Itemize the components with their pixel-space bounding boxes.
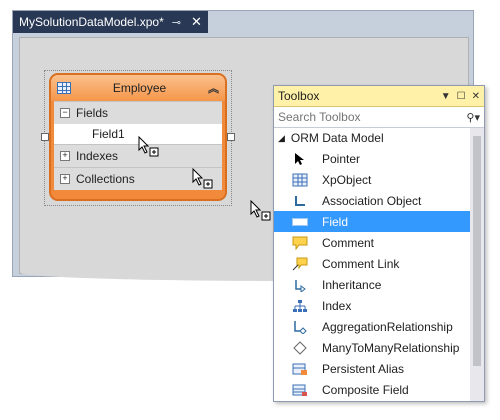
resize-handle-right[interactable] xyxy=(227,133,235,141)
toolbox-item-index[interactable]: Index xyxy=(274,295,470,316)
toolbox-title: Toolbox xyxy=(278,89,320,103)
toolbox-item-xpobject[interactable]: XpObject xyxy=(274,169,470,190)
toolbox-item-comment-link[interactable]: Comment Link xyxy=(274,253,470,274)
comment-link-icon xyxy=(292,256,308,272)
document-tab[interactable]: MySolutionDataModel.xpo* ⊸ ✕ xyxy=(13,11,208,33)
toolbox-item-label: Association Object xyxy=(322,193,422,208)
section-label: Collections xyxy=(76,172,135,186)
class-header[interactable]: Employee ︽ xyxy=(51,75,225,101)
table-icon xyxy=(292,172,308,188)
toolbox-item-label: Pointer xyxy=(322,151,361,166)
close-icon[interactable]: ✕ xyxy=(191,14,202,30)
toolbox-scrollbar[interactable] xyxy=(470,128,484,401)
section-label: Indexes xyxy=(76,149,119,163)
dropdown-icon[interactable]: ▼ xyxy=(441,91,451,102)
many-to-many-icon xyxy=(292,340,308,356)
maximize-icon[interactable]: ☐ xyxy=(457,91,466,102)
alias-icon xyxy=(292,361,308,377)
field-label: Field1 xyxy=(92,127,125,141)
toolbox-item-label: XpObject xyxy=(322,172,372,187)
toolbox-item-label: AggregationRelationship xyxy=(322,319,453,334)
drag-add-cursor-icon xyxy=(192,168,213,189)
toolbox-item-composite-field[interactable]: Composite Field xyxy=(274,379,470,400)
drag-add-cursor-icon xyxy=(138,136,159,157)
toolbox-item-label: Inheritance xyxy=(322,277,382,292)
toolbox-item-pointer[interactable]: Pointer xyxy=(274,148,470,169)
toolbox-item-field[interactable]: Field xyxy=(274,211,470,232)
inheritance-icon xyxy=(292,277,308,293)
resize-handle-left[interactable] xyxy=(41,133,49,141)
group-label: ORM Data Model xyxy=(290,131,384,145)
toolbox-item-inheritance[interactable]: Inheritance xyxy=(274,274,470,295)
toolbox-item-many-to-many[interactable]: ManyToManyRelationship xyxy=(274,337,470,358)
aggregation-icon xyxy=(292,319,308,335)
pin-icon[interactable]: ⊸ xyxy=(172,16,181,29)
toolbox-item-label: Index xyxy=(322,298,352,313)
toolbox-item-label: Comment xyxy=(322,235,375,250)
toolbox-item-persistent-alias[interactable]: Persistent Alias xyxy=(274,358,470,379)
expand-toggle-icon[interactable]: + xyxy=(60,174,70,184)
pointer-icon xyxy=(292,151,308,167)
document-tab-title: MySolutionDataModel.xpo* xyxy=(19,15,164,29)
section-label: Fields xyxy=(76,106,109,120)
collapse-up-icon[interactable]: ︽ xyxy=(208,80,219,96)
toolbox-item-comment[interactable]: Comment xyxy=(274,232,470,253)
expand-toggle-icon[interactable]: + xyxy=(60,151,70,161)
close-icon[interactable]: ✕ xyxy=(472,91,480,102)
index-icon xyxy=(292,298,308,314)
toolbox-panel: Toolbox ▼ ☐ ✕ ⚲▾ ◢ ORM Data Model Pointe… xyxy=(273,85,485,402)
section-fields[interactable]: − Fields xyxy=(54,101,222,124)
toolbox-item-label: Comment Link xyxy=(322,256,400,271)
comment-icon xyxy=(292,235,308,251)
toolbox-item-label: Persistent Alias xyxy=(322,361,405,376)
scrollbar-thumb[interactable] xyxy=(473,136,481,366)
toolbox-title-bar[interactable]: Toolbox ▼ ☐ ✕ xyxy=(274,86,484,107)
toolbox-item-association-object[interactable]: Association Object xyxy=(274,190,470,211)
collapse-triangle-icon[interactable]: ◢ xyxy=(278,133,285,144)
toolbox-search[interactable]: ⚲▾ xyxy=(274,107,484,128)
association-icon xyxy=(292,193,308,209)
toolbox-list: ◢ ORM Data Model Pointer XpObject Associ… xyxy=(274,128,470,401)
field-icon xyxy=(292,214,308,230)
collapse-toggle-icon[interactable]: − xyxy=(60,108,70,118)
toolbox-item-label: Composite Field xyxy=(322,382,409,397)
composite-field-icon xyxy=(292,382,308,398)
group-header[interactable]: ◢ ORM Data Model xyxy=(274,128,470,148)
search-icon[interactable]: ⚲▾ xyxy=(466,111,480,124)
toolbox-item-label: ManyToManyRelationship xyxy=(322,340,460,355)
search-input[interactable] xyxy=(278,110,467,124)
table-icon xyxy=(57,82,71,94)
toolbox-item-label: Field xyxy=(322,214,349,229)
drag-add-cursor-icon xyxy=(250,200,271,221)
toolbox-item-aggregation[interactable]: AggregationRelationship xyxy=(274,316,470,337)
class-title: Employee xyxy=(112,81,167,95)
